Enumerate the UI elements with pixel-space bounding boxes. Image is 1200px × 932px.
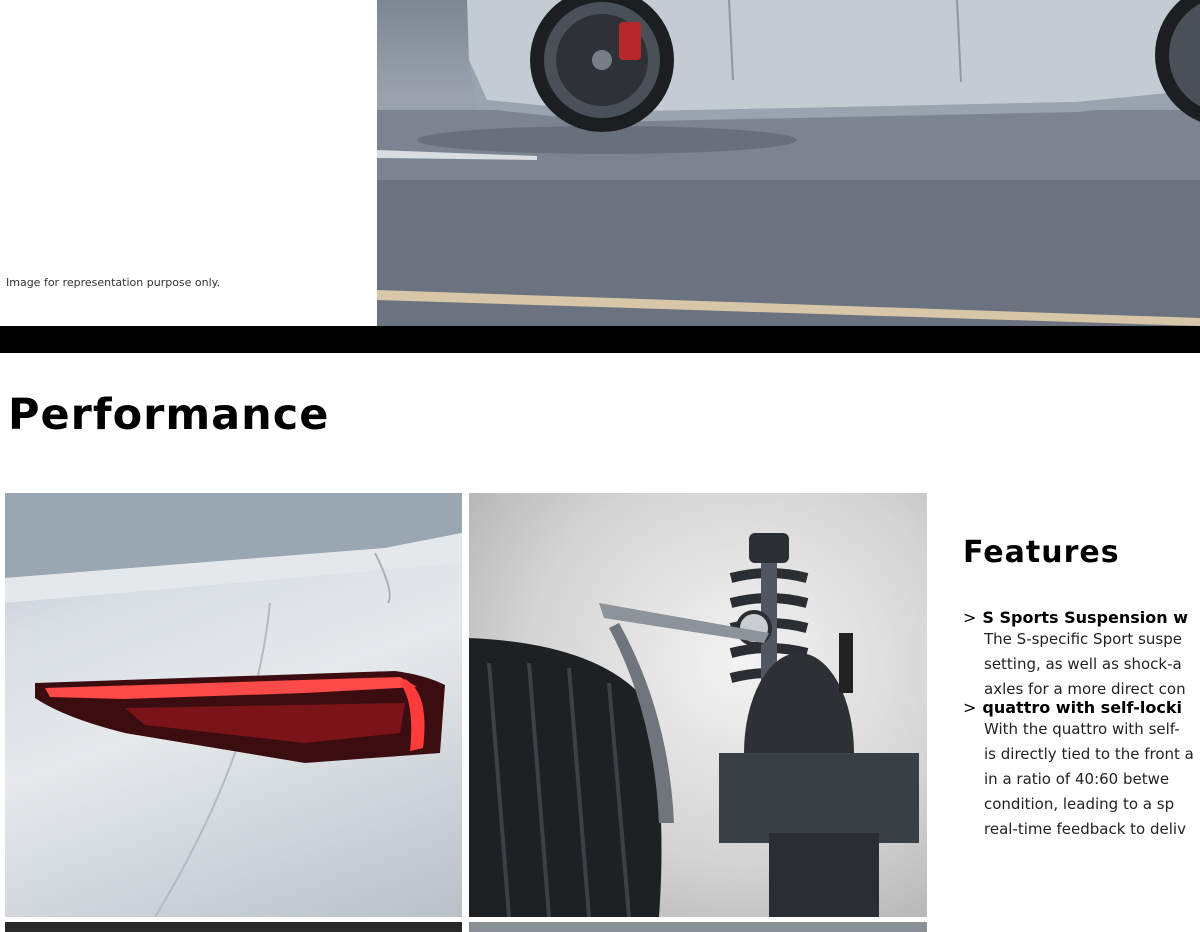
feature-description-line: With the quattro with self- xyxy=(984,720,1180,738)
feature-title: quattro with self-locki xyxy=(982,698,1182,717)
suspension-image xyxy=(469,493,927,917)
hero-car-image xyxy=(377,0,1200,326)
gallery-image-3 xyxy=(5,922,462,932)
image-disclaimer: Image for representation purpose only. xyxy=(6,276,221,289)
feature-item-sports-suspension[interactable]: > S Sports Suspension w The S-specific Sp… xyxy=(963,608,1200,702)
feature-title: S Sports Suspension w xyxy=(982,608,1188,627)
taillight-illustration xyxy=(5,493,462,917)
feature-description-line: condition, leading to a sp xyxy=(984,795,1175,813)
chevron-right-icon: > xyxy=(963,698,977,717)
feature-description-line: The S-specific Sport suspe xyxy=(984,630,1182,648)
gallery-image-4 xyxy=(469,922,927,932)
feature-toggle[interactable]: > S Sports Suspension w xyxy=(963,608,1200,627)
feature-description-line: in a ratio of 40:60 betwe xyxy=(984,770,1170,788)
suspension-illustration xyxy=(469,533,919,917)
feature-item-quattro[interactable]: > quattro with self-locki With the quattr… xyxy=(963,698,1200,842)
section-divider-band xyxy=(0,326,1200,353)
taillight-image xyxy=(5,493,462,917)
features-title: Features xyxy=(963,535,1120,570)
section-title-performance: Performance xyxy=(8,390,330,440)
chevron-right-icon: > xyxy=(963,608,977,627)
feature-description-line: is directly tied to the front a xyxy=(984,745,1194,763)
feature-description: With the quattro with self- is directly … xyxy=(984,717,1200,842)
hero-caption-panel: Image for representation purpose only. xyxy=(0,0,377,326)
feature-description-line: setting, as well as shock-a xyxy=(984,655,1182,673)
feature-description-line: real-time feedback to deliv xyxy=(984,820,1186,838)
feature-description: The S-specific Sport suspe setting, as w… xyxy=(984,627,1200,702)
car-side-illustration xyxy=(377,0,1200,326)
feature-toggle[interactable]: > quattro with self-locki xyxy=(963,698,1200,717)
